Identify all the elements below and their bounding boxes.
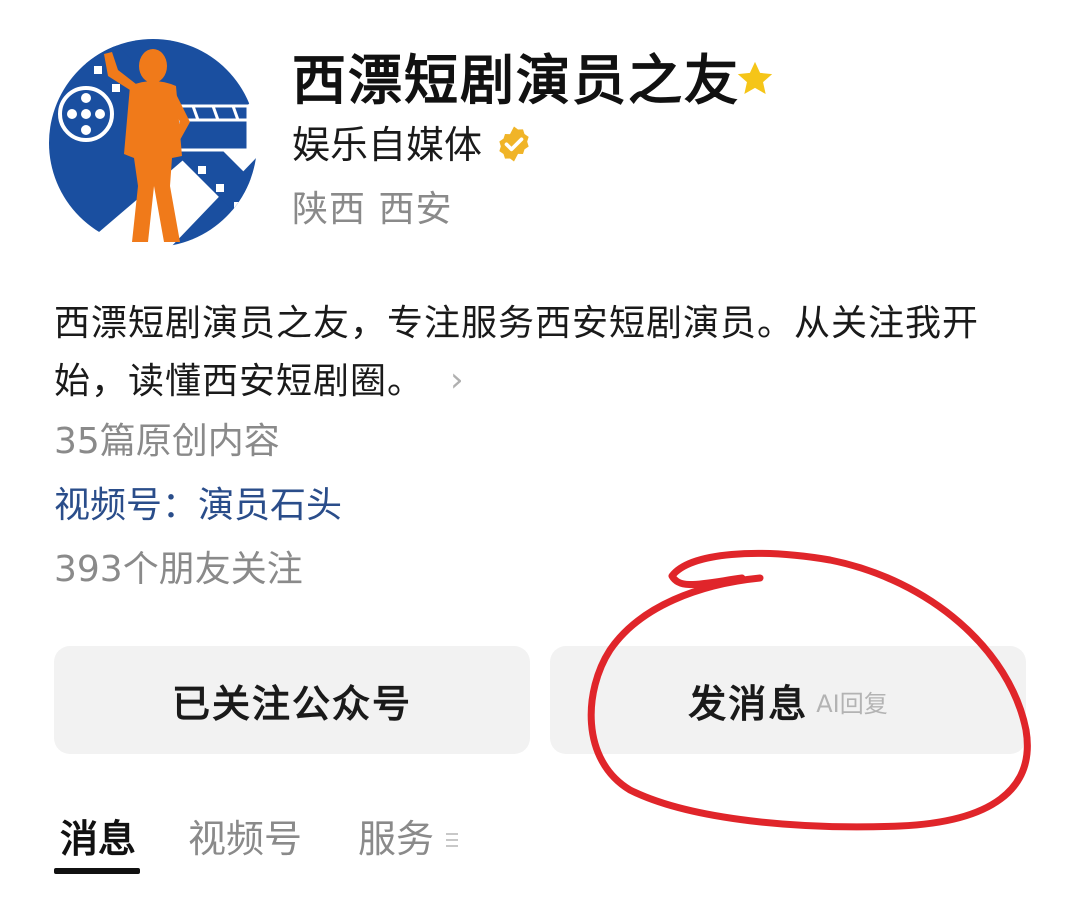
tab-messages[interactable]: 消息 [60, 808, 136, 870]
followed-button[interactable]: 已关注公众号 [54, 646, 530, 754]
star-icon[interactable] [734, 58, 776, 100]
followed-button-label: 已关注公众号 [171, 681, 412, 726]
account-description[interactable]: 西漂短剧演员之友，专注服务西安短剧演员。从关注我开始，读懂西安短剧圈。 › [54, 296, 1044, 410]
account-name: 西漂短剧演员之友 [292, 49, 740, 112]
friends-following-count[interactable]: 393个朋友关注 [54, 544, 303, 596]
avatar-logo [49, 39, 257, 247]
chevron-right-icon[interactable]: › [450, 352, 465, 408]
channels-link[interactable]: 视频号：演员石头 [54, 480, 342, 532]
active-tab-indicator [54, 868, 140, 874]
tab-channels[interactable]: 视频号 [188, 808, 302, 870]
tab-services[interactable]: 服务 [358, 808, 434, 870]
account-type: 娱乐自媒体 [292, 123, 483, 167]
account-profile-page: 西漂短剧演员之友 娱乐自媒体 陕西 西安 西漂短剧演员之友，专注服务西安短剧演员… [0, 0, 1080, 912]
verified-icon [499, 126, 529, 162]
description-text: 西漂短剧演员之友，专注服务西安短剧演员。从关注我开始，读懂西安短剧圈。 [54, 303, 980, 402]
account-avatar[interactable] [48, 36, 258, 250]
original-content-count[interactable]: 35篇原创内容 [54, 416, 280, 468]
send-message-label: 发消息 [688, 681, 809, 726]
location: 陕西 西安 [292, 189, 453, 230]
send-message-button[interactable]: 发消息 AI回复 [550, 646, 1026, 754]
ai-reply-tag: AI回复 [816, 689, 888, 718]
menu-icon[interactable] [444, 830, 460, 850]
